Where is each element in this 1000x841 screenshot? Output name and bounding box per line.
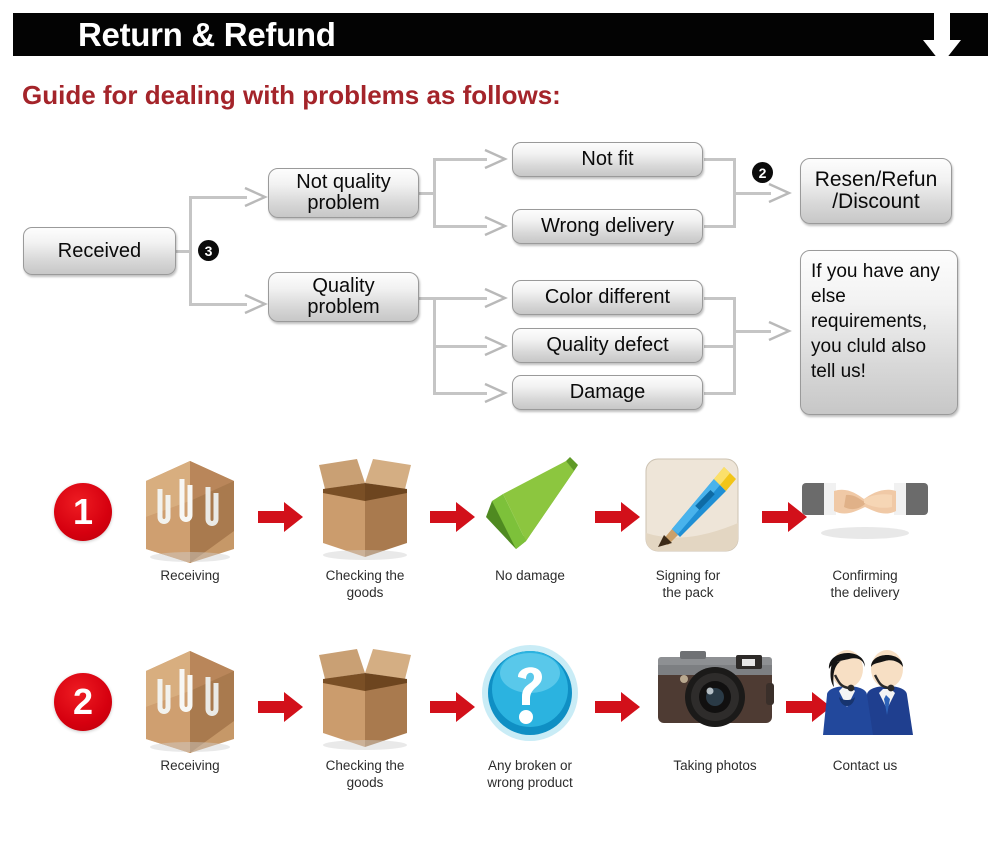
connector [433,345,487,348]
step-caption: Taking photos [673,758,757,773]
step-caption: Signing for the pack [655,568,721,601]
connector [733,192,771,195]
connector [704,392,736,395]
flow-node-label: Quality defect [546,334,669,356]
sealed-box-icon [130,635,250,753]
flow-node-received[interactable]: Received [23,227,176,275]
step-cell: Receiving [130,445,250,584]
flow-node-wrong-delivery[interactable]: Wrong delivery [512,209,703,244]
row-number-label: 2 [72,681,94,722]
connector [433,297,487,300]
arrow-head-icon [484,382,508,404]
connector [733,297,736,395]
flow-node-label: Received [57,239,142,262]
step-caption: Contact us [832,758,898,773]
flow-node-not-quality-problem[interactable]: Not quality problem [268,168,419,218]
connector [433,158,436,228]
step-cell: Contact us [805,635,925,774]
step-cell: No damage [470,445,590,584]
connector [189,196,192,306]
connector [433,392,487,395]
step-row-2: 2 Receiving Checking the goods Any broke… [0,635,1000,825]
row-number-label: 1 [72,491,94,532]
flow-node-label: Damage [569,381,646,403]
down-arrow-icon [923,10,961,64]
branch-badge-3: 3 [198,240,219,261]
page-title: Return & Refund [78,16,336,53]
outcome-badge-2: 2 [752,162,773,183]
step-caption: Receiving [160,758,220,773]
arrow-head-icon [244,186,268,208]
flow-node-not-fit[interactable]: Not fit [512,142,703,177]
connector [189,196,247,199]
flow-node-label: Wrong delivery [540,215,675,237]
problem-flowchart: Received 3 Not quality problem Quality p… [0,130,1000,430]
flow-node-color-different[interactable]: Color different [512,280,703,315]
flow-node-label: Resen/Refun /Discount [814,167,938,213]
step-cell: Taking photos [640,635,790,774]
row-number-badge: 1 [54,483,112,541]
red-right-arrow-icon [258,692,303,722]
arrow-head-icon [768,320,792,342]
flow-node-label: Not fit [581,148,634,170]
red-right-arrow-icon [595,692,640,722]
connector [704,158,736,161]
step-cell: Checking the goods [305,445,425,602]
step-cell: Signing for the pack [628,445,748,602]
step-cell: Receiving [130,635,250,774]
outcome-badge-label: 2 [758,164,767,181]
arrow-head-icon [244,293,268,315]
arrow-head-icon [484,148,508,170]
step-caption: Receiving [160,568,220,583]
step-cell: Checking the goods [305,635,425,792]
flow-node-resend-refund-discount[interactable]: Resen/Refun /Discount [800,158,952,224]
green-check-icon [470,445,590,563]
step-cell: Confirming the delivery [800,445,930,602]
blue-question-icon [470,635,590,753]
pencil-signing-icon [628,445,748,563]
flow-node-damage[interactable]: Damage [512,375,703,410]
step-caption: Any broken or wrong product [487,758,573,791]
branch-badge-label: 3 [204,242,213,259]
red-right-arrow-icon [258,502,303,532]
connector [433,225,487,228]
flow-node-else-requirements[interactable]: If you have any else requirements, you c… [800,250,958,415]
sealed-box-icon [130,445,250,563]
handshake-icon [800,445,930,563]
step-row-1: 1 Receiving Checking the goods No damage… [0,445,1000,635]
flow-node-label: Not quality problem [296,171,391,214]
arrow-head-icon [768,182,792,204]
connector [733,330,771,333]
open-box-icon [305,445,425,563]
step-caption: No damage [495,568,565,583]
step-caption: Checking the goods [325,758,405,791]
row-number-badge: 2 [54,673,112,731]
connector [704,297,736,300]
step-caption: Checking the goods [325,568,405,601]
connector [433,158,487,161]
flow-node-label: Quality problem [307,275,380,318]
connector [189,303,247,306]
flow-node-label: If you have any else requirements, you c… [811,261,940,383]
flow-node-quality-defect[interactable]: Quality defect [512,328,703,363]
support-agents-icon [805,635,925,753]
camera-icon [640,635,790,753]
arrow-head-icon [484,335,508,357]
arrow-head-icon [484,287,508,309]
flow-node-label: Color different [544,286,671,308]
return-refund-infographic: Return & Refund Guide for dealing with p… [0,0,1000,841]
open-box-icon [305,635,425,753]
step-caption: Confirming the delivery [830,568,900,601]
guide-heading: Guide for dealing with problems as follo… [22,80,561,110]
process-steps: 1 Receiving Checking the goods No damage… [0,445,1000,841]
flow-node-quality-problem[interactable]: Quality problem [268,272,419,322]
connector [704,225,736,228]
arrow-head-icon [484,215,508,237]
step-cell: Any broken or wrong product [470,635,590,792]
connector [704,345,736,348]
